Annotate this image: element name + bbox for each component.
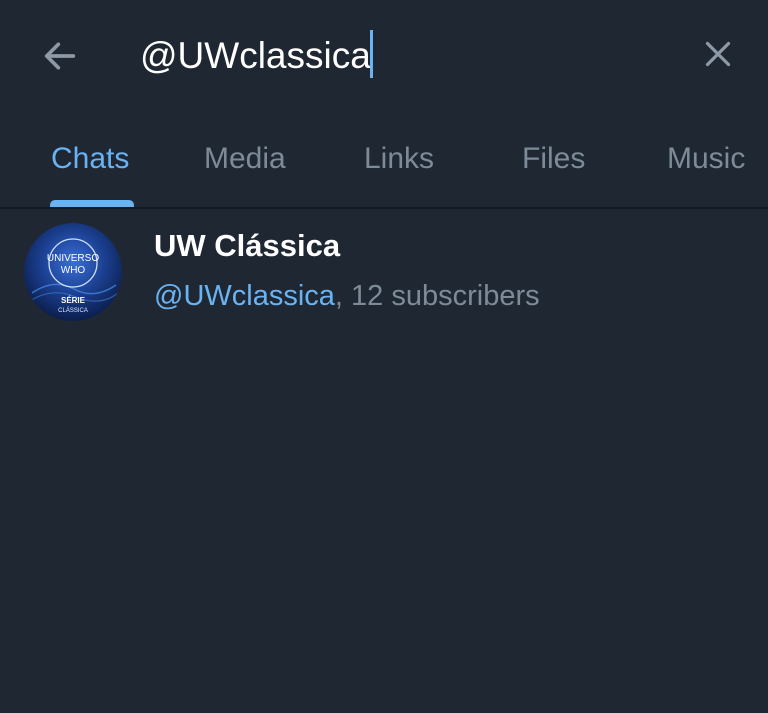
tab-chats[interactable]: Chats xyxy=(51,142,129,176)
back-button[interactable] xyxy=(36,32,84,80)
result-subscribers: 12 subscribers xyxy=(342,280,540,312)
avatar-text-line1: UNIVERSO xyxy=(47,253,99,264)
result-title: UW Clássica xyxy=(154,228,341,263)
avatar-text-line3: SÉRIE xyxy=(61,296,86,305)
close-icon xyxy=(705,41,731,67)
search-screen: Chats Media Links Files Music UNIV xyxy=(0,0,768,713)
result-subtitle: @UWclassica, 12 subscribers xyxy=(154,280,540,313)
clear-search-button[interactable] xyxy=(694,30,742,78)
tab-links[interactable]: Links xyxy=(364,142,434,176)
text-cursor xyxy=(370,30,373,78)
avatar-text-line2: WHO xyxy=(61,265,86,276)
arrow-left-icon xyxy=(44,42,76,70)
search-result-item[interactable]: UNIVERSO WHO SÉRIE CLÁSSICA UW Clássica … xyxy=(0,210,768,330)
tab-music[interactable]: Music xyxy=(667,142,745,176)
tabs-divider xyxy=(0,207,768,209)
search-input[interactable] xyxy=(140,28,660,84)
search-header xyxy=(0,0,768,112)
tab-media[interactable]: Media xyxy=(204,142,286,176)
avatar-text-line4: CLÁSSICA xyxy=(58,307,88,314)
tab-files[interactable]: Files xyxy=(522,142,585,176)
avatar: UNIVERSO WHO SÉRIE CLÁSSICA xyxy=(24,223,122,321)
result-handle: @UWclassica xyxy=(154,280,335,312)
search-tabs: Chats Media Links Files Music xyxy=(0,118,768,208)
result-separator: , xyxy=(334,280,343,312)
